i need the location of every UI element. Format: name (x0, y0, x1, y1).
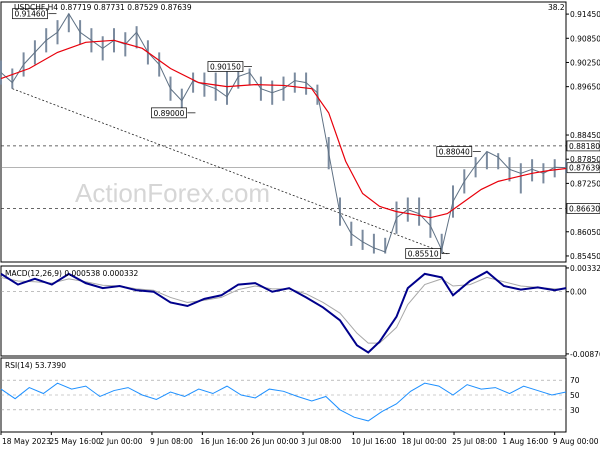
time-tick-label: 9 Aug 00:00 (553, 437, 599, 446)
rsi-tick-label: 70 (570, 376, 580, 385)
macd-tick-label: 0.003328 (570, 264, 600, 273)
watermark: ActionForex.com (75, 178, 270, 208)
rsi-tick-label: 30 (570, 406, 580, 415)
swing-label: 0.90150 (210, 62, 241, 71)
time-tick-label: 16 Jun 16:00 (200, 437, 248, 446)
time-tick-label: 3 Jul 08:00 (301, 437, 341, 446)
level-label: 0.86630 (569, 204, 600, 213)
swing-label: 0.85510 (408, 250, 439, 259)
rsi-line (0, 382, 567, 422)
swing-label: 0.88040 (439, 148, 470, 157)
price-tick-label: 0.86050 (570, 228, 600, 237)
symbol-header: USDCHF,H4 0.87719 0.87731 0.87529 0.8763… (14, 3, 192, 12)
rsi-header: RSI(14) 53.7390 (5, 361, 66, 370)
time-tick-label: 25 Jul 08:00 (452, 437, 497, 446)
level-label: 0.87639 (569, 164, 600, 173)
time-tick-label: 18 Jul 00:00 (402, 437, 447, 446)
time-tick-label: 26 Jun 00:00 (251, 437, 299, 446)
macd-header: MACD(12,26,9) 0.000538 0.000332 (5, 269, 139, 278)
price-tick-label: 0.88450 (570, 131, 600, 140)
pane-frame-0 (0, 1, 567, 263)
corner-value: 38.2 (548, 3, 565, 12)
swing-label: 0.89000 (153, 109, 184, 118)
macd-tick-label: -0.008707 (570, 350, 600, 359)
time-tick-label: 1 Aug 16:00 (502, 437, 548, 446)
rsi-tick-label: 50 (570, 391, 580, 400)
price-tick-label: 0.90850 (570, 34, 600, 43)
price-tick-label: 0.89650 (570, 83, 600, 92)
price-tick-label: 0.90250 (570, 58, 600, 67)
macd-tick-label: 0.00 (570, 288, 587, 297)
time-tick-label: 2 Jun 00:00 (100, 437, 143, 446)
time-tick-label: 25 May 16:00 (49, 437, 101, 446)
time-tick-label: 10 Jul 16:00 (351, 437, 396, 446)
macd-signal-line (0, 276, 566, 344)
level-label: 0.88180 (569, 142, 600, 151)
time-tick-label: 9 Jun 08:00 (150, 437, 193, 446)
macd-main-line (0, 270, 567, 354)
price-close-line (0, 12, 567, 253)
time-tick-label: 18 May 2023 (2, 437, 51, 446)
price-tick-label: 0.85450 (570, 252, 600, 261)
price-tick-label: 0.91450 (570, 10, 600, 19)
trendline (12, 88, 448, 255)
chart-canvas: 0.914500.908500.902500.896500.884500.878… (0, 1, 600, 446)
forex-chart: 0.91450 0.90850 0.90250 0.89650 0.88450 0.878… (0, 0, 600, 450)
price-tick-label: 0.87250 (570, 179, 600, 188)
